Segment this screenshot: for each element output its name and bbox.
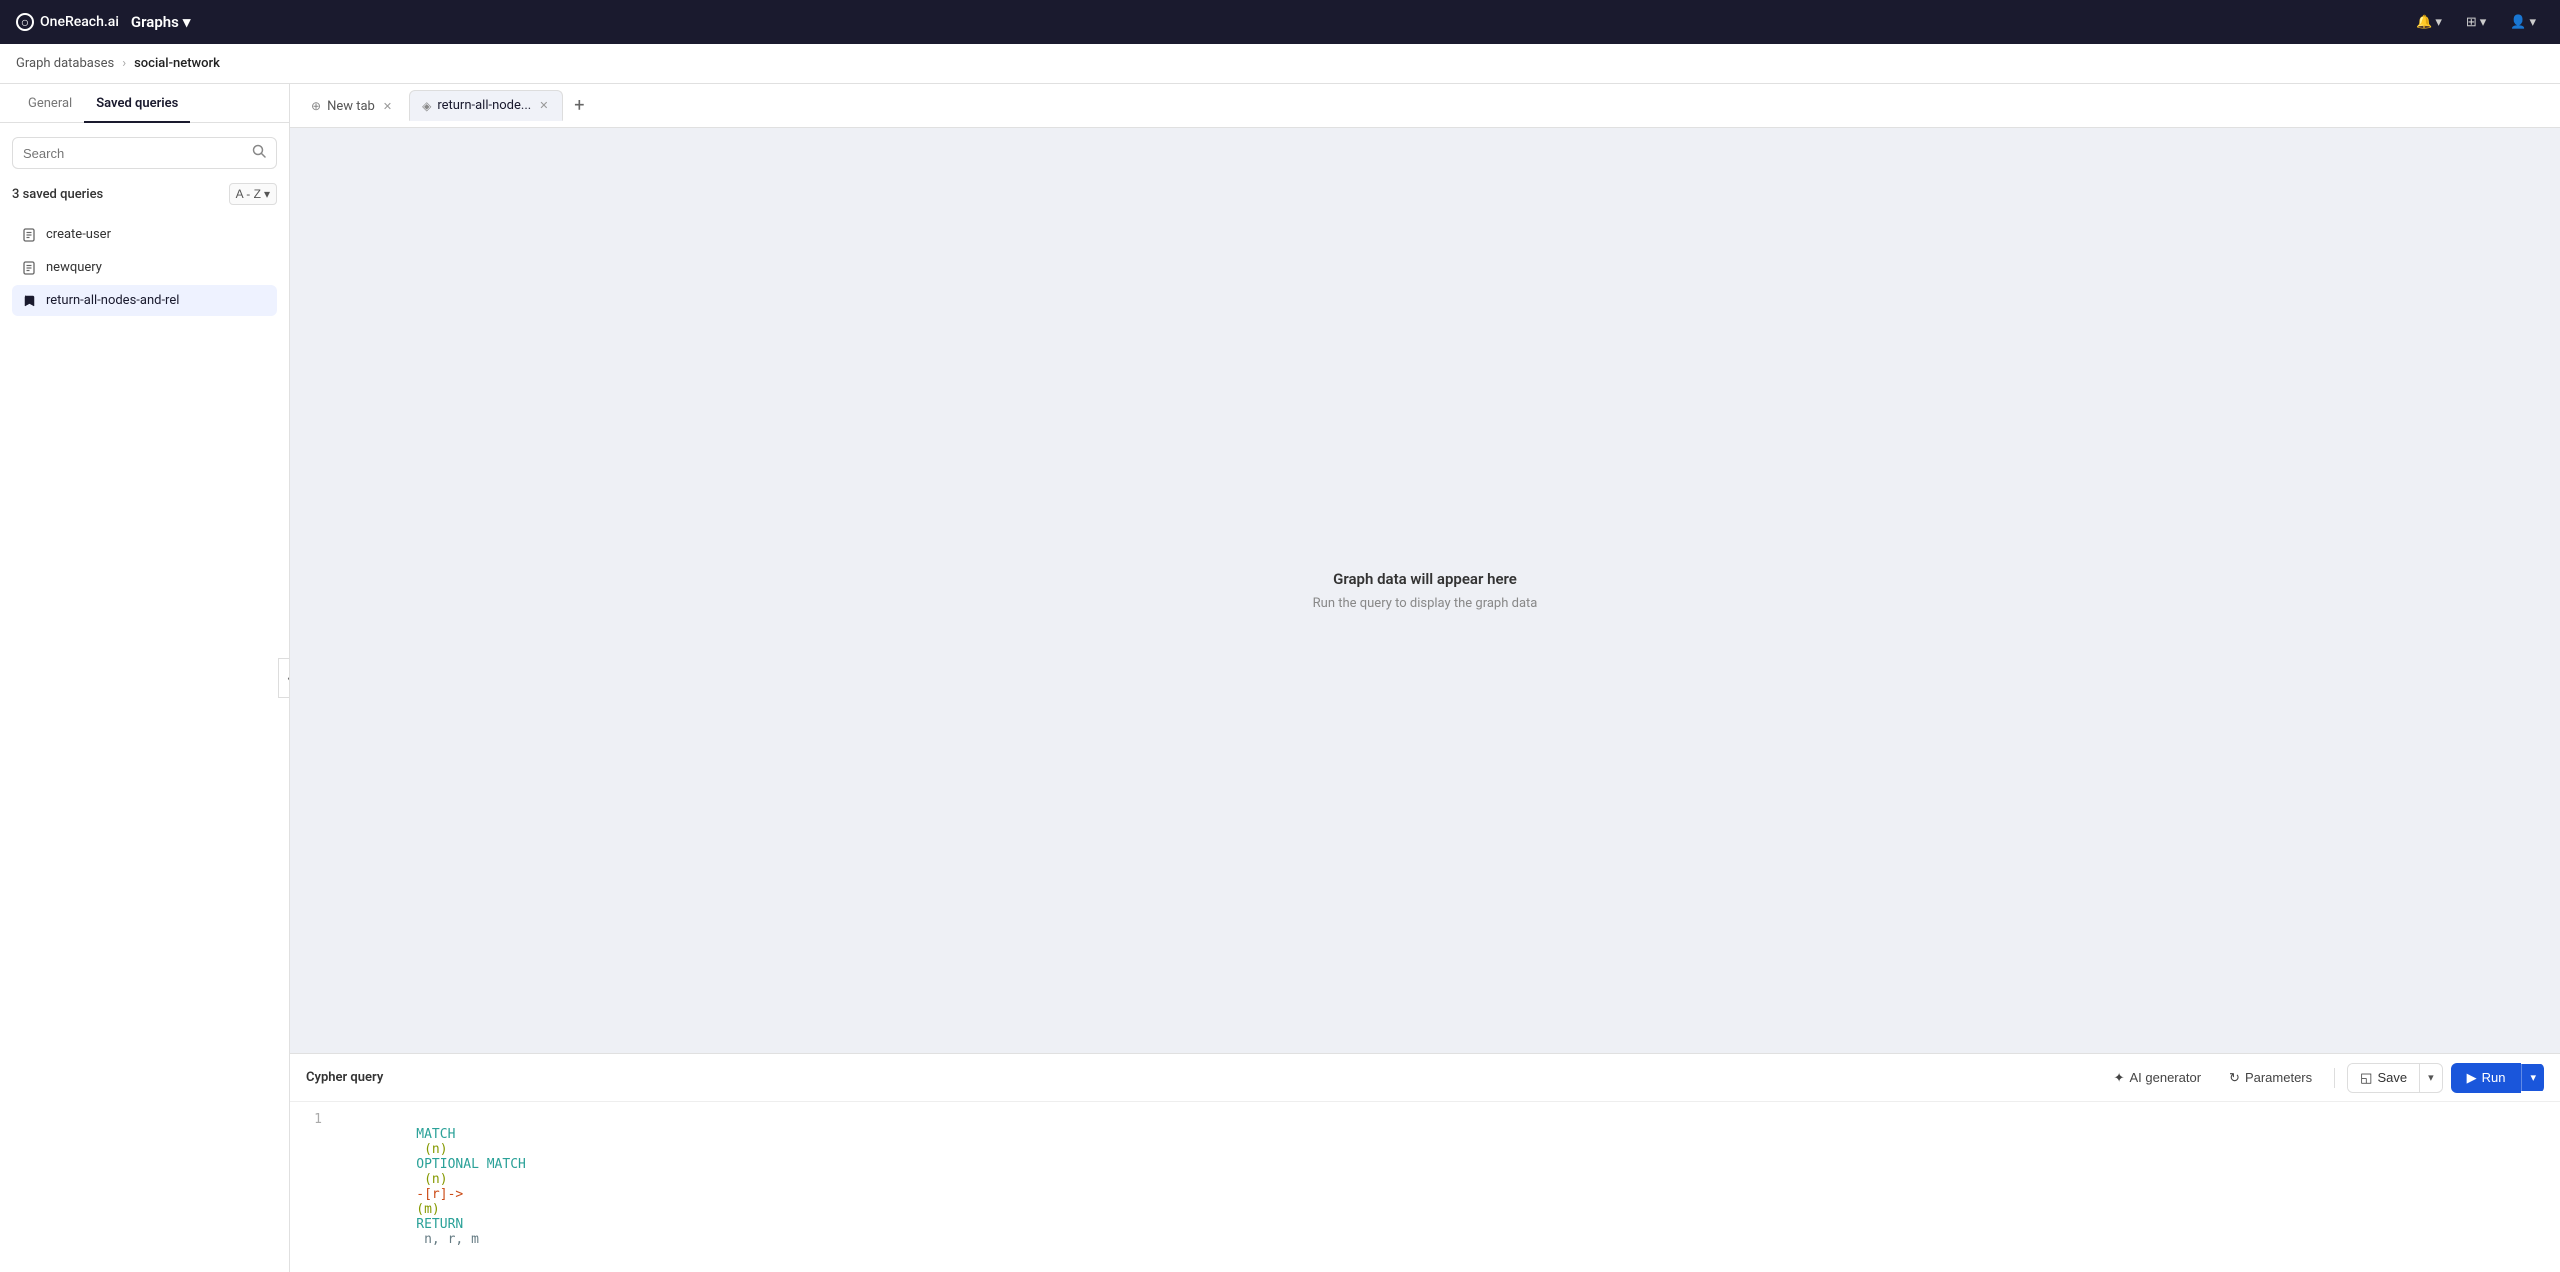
topbar-right: 🔔 ▾ ⊞ ▾ 👤 ▾ xyxy=(2408,11,2544,34)
doc-icon xyxy=(22,228,36,242)
code-node-n: (n) xyxy=(416,1142,455,1157)
cypher-area: Cypher query ✦ AI generator ↻ Parameters… xyxy=(290,1053,2560,1272)
refresh-icon: ↻ xyxy=(2229,1070,2240,1086)
tab-label: New tab xyxy=(327,99,375,114)
sort-label: A - Z xyxy=(236,187,261,201)
list-item[interactable]: newquery xyxy=(12,252,277,283)
collapse-sidebar-button[interactable]: ‹ xyxy=(278,658,290,698)
search-input[interactable] xyxy=(23,146,244,161)
keyword-match: MATCH xyxy=(416,1127,455,1142)
apps-chevron: ▾ xyxy=(2480,15,2487,30)
search-icon[interactable] xyxy=(252,144,266,162)
doc-icon xyxy=(22,261,36,275)
code-vars: n, r, m xyxy=(416,1232,479,1247)
list-item[interactable]: return-all-nodes-and-rel xyxy=(12,285,277,316)
line-number: 1 xyxy=(306,1112,322,1262)
apps-button[interactable]: ⊞ ▾ xyxy=(2458,11,2494,34)
run-button[interactable]: ▶ Run xyxy=(2451,1063,2522,1093)
right-panel: ⊕ New tab ✕ ◈ return-all-node... ✕ + Gra… xyxy=(290,84,2560,1272)
graph-empty-title: Graph data will appear here xyxy=(1333,570,1517,588)
bell-icon: 🔔 xyxy=(2416,15,2432,30)
graphs-menu-button[interactable]: Graphs ▾ xyxy=(131,13,190,31)
tab-saved-queries[interactable]: Saved queries xyxy=(84,84,190,123)
tab-close-button[interactable]: ✕ xyxy=(537,97,550,114)
tab-new-tab[interactable]: ⊕ New tab ✕ xyxy=(298,91,407,121)
run-icon: ▶ xyxy=(2467,1070,2477,1086)
tabs-bar: ⊕ New tab ✕ ◈ return-all-node... ✕ + xyxy=(290,84,2560,128)
graph-empty-subtitle: Run the query to display the graph data xyxy=(1313,596,1538,611)
tab-general[interactable]: General xyxy=(16,84,84,123)
graphs-title: Graphs xyxy=(131,13,179,31)
query-tab-icon: ◈ xyxy=(422,99,431,113)
code-node-n2: (n) xyxy=(416,1172,447,1187)
save-icon: ◱ xyxy=(2360,1070,2372,1086)
keyword-optional: OPTIONAL MATCH xyxy=(416,1157,526,1172)
ai-icon: ✦ xyxy=(2114,1070,2125,1086)
user-button[interactable]: 👤 ▾ xyxy=(2502,11,2544,34)
run-button-group: ▶ Run ▾ xyxy=(2451,1063,2544,1093)
breadcrumb-separator: › xyxy=(122,56,126,71)
cypher-actions: ✦ AI generator ↻ Parameters ◱ Save ▾ xyxy=(2104,1063,2544,1093)
queries-header: 3 saved queries A - Z ▾ xyxy=(12,181,277,207)
add-tab-button[interactable]: + xyxy=(565,92,593,120)
queries-count: 3 saved queries xyxy=(12,187,103,202)
run-dropdown-button[interactable]: ▾ xyxy=(2521,1064,2544,1091)
save-button-group: ◱ Save ▾ xyxy=(2347,1063,2442,1093)
search-box xyxy=(12,137,277,169)
tab-label: return-all-node... xyxy=(437,98,531,113)
query-label: create-user xyxy=(46,227,111,242)
code-node-m: (m) xyxy=(416,1202,447,1217)
cypher-title: Cypher query xyxy=(306,1070,383,1085)
code-line[interactable]: MATCH (n) OPTIONAL MATCH (n) -[r]-> (m) … xyxy=(338,1112,526,1262)
save-dropdown-button[interactable]: ▾ xyxy=(2420,1065,2442,1090)
tab-return-all-nodes[interactable]: ◈ return-all-node... ✕ xyxy=(409,90,563,121)
tab-close-button[interactable]: ✕ xyxy=(381,98,394,115)
query-list: create-user newquery xyxy=(12,219,277,316)
keyword-return: RETURN xyxy=(416,1217,463,1232)
new-tab-icon: ⊕ xyxy=(311,99,321,113)
cypher-editor[interactable]: 1 MATCH (n) OPTIONAL MATCH (n) -[r]-> (m… xyxy=(290,1102,2560,1272)
sidebar: General Saved queries 3 saved queries xyxy=(0,84,290,1272)
user-chevron: ▾ xyxy=(2529,15,2536,30)
topbar-left: ○ OneReach.ai Graphs ▾ xyxy=(16,13,190,31)
sort-chevron: ▾ xyxy=(264,187,270,201)
query-label: newquery xyxy=(46,260,102,275)
sidebar-content: 3 saved queries A - Z ▾ xyxy=(0,123,289,1272)
sidebar-tabs: General Saved queries xyxy=(0,84,289,123)
logo-text: OneReach.ai xyxy=(40,14,119,30)
breadcrumb-current: social-network xyxy=(134,56,220,71)
notifications-button[interactable]: 🔔 ▾ xyxy=(2408,11,2450,34)
sort-button[interactable]: A - Z ▾ xyxy=(229,183,277,205)
bell-chevron: ▾ xyxy=(2435,15,2442,30)
list-item[interactable]: create-user xyxy=(12,219,277,250)
breadcrumb: Graph databases › social-network xyxy=(0,44,2560,84)
graph-canvas: Graph data will appear here Run the quer… xyxy=(290,128,2560,1053)
cypher-toolbar: Cypher query ✦ AI generator ↻ Parameters… xyxy=(290,1054,2560,1102)
graphs-chevron: ▾ xyxy=(183,13,191,31)
ai-generator-button[interactable]: ✦ AI generator xyxy=(2104,1065,2211,1091)
logo: ○ OneReach.ai xyxy=(16,13,119,31)
parameters-button[interactable]: ↻ Parameters xyxy=(2219,1065,2322,1091)
breadcrumb-parent[interactable]: Graph databases xyxy=(16,56,114,71)
logo-dot: ○ xyxy=(16,13,34,31)
bookmark-icon xyxy=(22,294,36,308)
code-rel-r: -[r]-> xyxy=(416,1187,463,1202)
topbar: ○ OneReach.ai Graphs ▾ 🔔 ▾ ⊞ ▾ 👤 ▾ xyxy=(0,0,2560,44)
main-layout: General Saved queries 3 saved queries xyxy=(0,84,2560,1272)
apps-icon: ⊞ xyxy=(2466,15,2477,30)
user-icon: 👤 xyxy=(2510,15,2526,30)
divider xyxy=(2334,1068,2335,1088)
save-button[interactable]: ◱ Save xyxy=(2348,1064,2420,1092)
query-label: return-all-nodes-and-rel xyxy=(46,293,179,308)
